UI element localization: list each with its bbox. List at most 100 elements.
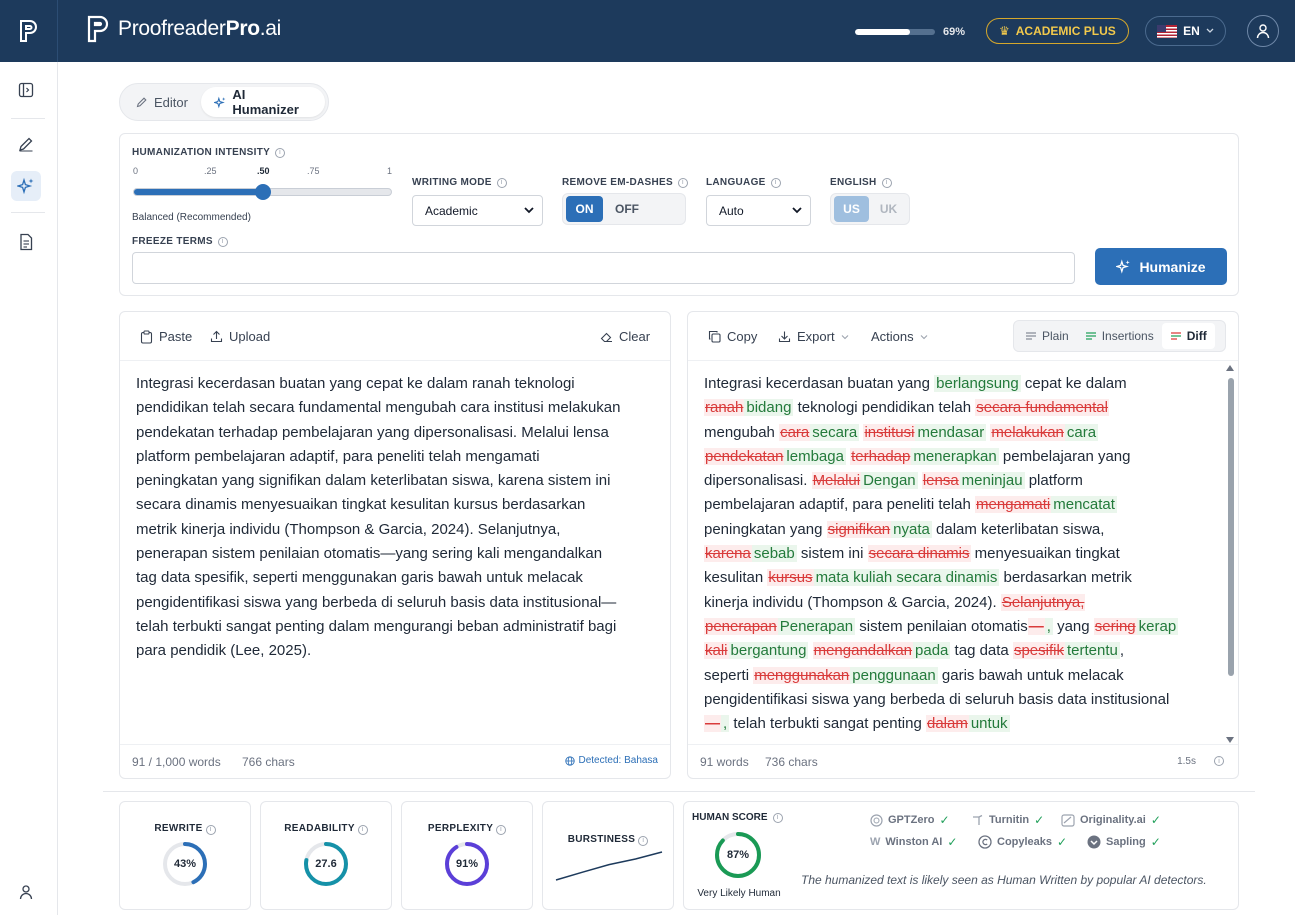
tick-label: .75	[307, 166, 320, 176]
info-icon[interactable]: i	[205, 824, 216, 835]
info-icon[interactable]: i	[496, 824, 507, 835]
upload-button[interactable]: Upload	[210, 329, 270, 344]
deleted-text: ranah	[704, 399, 745, 417]
human-score-caption: Very Likely Human	[697, 888, 781, 899]
processing-time: 1.5s	[1177, 756, 1196, 767]
deleted-text: mengamati	[975, 496, 1052, 514]
unchanged-text: sistem penilaian otomatis	[855, 617, 1028, 635]
usage-percent: 69%	[943, 26, 966, 38]
perplexity-value: 91%	[455, 858, 479, 870]
em-dash-off-button[interactable]: OFF	[605, 196, 649, 222]
sidebar-item-documents[interactable]	[11, 227, 41, 257]
info-icon[interactable]: i	[638, 835, 649, 846]
copy-button[interactable]: Copy	[708, 329, 757, 344]
deleted-text: melakukan	[990, 423, 1065, 441]
output-panel: Copy Export Actions Plain Insertions Dif…	[687, 311, 1239, 779]
output-text-area[interactable]: Integrasi kecerdasan buatan yang berlang…	[704, 372, 1179, 744]
output-scrollbar[interactable]	[1225, 364, 1235, 744]
deleted-text: dalam	[925, 715, 969, 733]
em-dash-label: REMOVE EM-DASHES i	[562, 177, 688, 188]
view-mode-toggle: Plain Insertions Diff	[1013, 320, 1226, 352]
info-icon[interactable]: i	[1214, 756, 1224, 766]
info-icon[interactable]: i	[357, 824, 368, 835]
view-insertions-button[interactable]: Insertions	[1077, 323, 1162, 349]
deleted-text: kursus	[767, 569, 814, 587]
view-diff-button[interactable]: Diff	[1161, 323, 1215, 349]
sidebar-toggle-button[interactable]	[11, 75, 41, 105]
inserted-text: bidang	[744, 399, 794, 417]
app-logo[interactable]	[0, 0, 58, 62]
copyleaks-icon	[978, 835, 992, 849]
info-icon[interactable]: i	[275, 147, 286, 158]
scrollbar-thumb[interactable]	[1228, 378, 1234, 676]
humanize-button[interactable]: Humanize	[1095, 248, 1227, 285]
em-dash-on-button[interactable]: ON	[566, 196, 603, 222]
deleted-text: menggunakan	[753, 666, 851, 684]
diff-line: mengubah cara secara institusi mendasar me…	[704, 421, 1178, 445]
sidebar-item-editor[interactable]	[11, 129, 41, 159]
plan-badge[interactable]: ♛ ACADEMIC PLUS	[986, 18, 1129, 44]
diff-line: Integrasi kecerdasan buatan yang berlang…	[704, 372, 1178, 396]
mode-tabs: Editor AI Humanizer	[119, 83, 329, 121]
language-selector[interactable]: EN	[1145, 16, 1226, 46]
diff-line: kali bergantung mengandalkan pada tag data…	[704, 639, 1178, 663]
language-select[interactable]: Auto	[706, 195, 811, 226]
deleted-text: Selanjutnya,	[1000, 593, 1086, 611]
unchanged-text: menyesuaikan tingkat	[970, 545, 1120, 563]
export-button[interactable]: Export	[778, 329, 849, 344]
freeze-terms-input[interactable]	[132, 252, 1075, 284]
unchanged-text: dalam keterlibatan siswa,	[931, 520, 1105, 538]
unchanged-text: teknologi pendidikan telah	[793, 399, 976, 417]
intensity-slider-thumb[interactable]	[254, 184, 271, 200]
clear-button[interactable]: Clear	[600, 329, 650, 344]
writing-mode-select[interactable]: Academic	[412, 195, 543, 226]
inserted-text: lembaga	[784, 447, 846, 465]
inserted-text: Penerapan	[777, 617, 856, 635]
diff-line: peningkatan yang signifikan nyata dalam k…	[704, 518, 1178, 542]
tab-ai-humanizer[interactable]: AI Humanizer	[200, 87, 325, 117]
inserted-text: mata kuliah secara dinamis	[813, 569, 1000, 587]
em-dash-toggle: ON OFF	[562, 193, 686, 225]
rewrite-label: REWRITE i	[120, 823, 250, 835]
unchanged-text: pembelajaran yang	[998, 447, 1131, 465]
inserted-text: mendasar	[915, 423, 987, 441]
input-text-line: telah terbukti sangat penting dalam meng…	[136, 617, 617, 635]
brand[interactable]: ProofreaderPro.ai	[86, 14, 281, 44]
sidebar-item-ai-humanizer[interactable]	[11, 171, 41, 201]
view-plain-button[interactable]: Plain	[1017, 323, 1077, 349]
usage-meter: 69%	[855, 26, 965, 38]
info-icon[interactable]: i	[772, 812, 783, 823]
unchanged-text: garis bawah untuk melacak	[937, 666, 1124, 684]
deleted-text: terhadap	[850, 447, 912, 465]
info-icon[interactable]: i	[496, 177, 507, 188]
logo-icon	[19, 20, 37, 42]
unchanged-text: ,	[1119, 642, 1125, 660]
tab-editor[interactable]: Editor	[123, 87, 201, 117]
upload-icon	[210, 330, 223, 343]
freeze-terms-label: FREEZE TERMS i	[132, 236, 228, 247]
info-icon[interactable]: i	[881, 177, 892, 188]
actions-menu-button[interactable]: Actions	[871, 329, 928, 344]
scroll-up-icon[interactable]	[1225, 364, 1235, 372]
paste-button[interactable]: Paste	[140, 329, 192, 344]
readability-metric: READABILITY i 27.6	[260, 801, 392, 910]
english-uk-button[interactable]: UK	[871, 196, 906, 222]
detector-gptzero: GPTZero ✓	[870, 813, 950, 827]
brand-name: ProofreaderPro.ai	[118, 17, 281, 40]
diff-line: pendekatan lembaga terhadap menerapkan pem…	[704, 445, 1178, 469]
english-us-button[interactable]: US	[834, 196, 869, 222]
info-icon[interactable]: i	[677, 177, 688, 188]
diff-line: seperti menggunakan penggunaan garis bawa…	[704, 664, 1178, 688]
info-icon[interactable]: i	[217, 236, 228, 247]
input-text-area[interactable]: Integrasi kecerdasan buatan yang cepat k…	[136, 372, 620, 664]
language-label: EN	[1183, 24, 1200, 38]
detector-turnitin: Turnitin ✓	[971, 813, 1044, 827]
deleted-text: pendekatan	[704, 447, 785, 465]
sidebar-item-account[interactable]	[11, 877, 41, 907]
user-menu-button[interactable]	[1247, 15, 1279, 47]
gptzero-icon	[870, 813, 883, 827]
sapling-icon	[1087, 835, 1101, 849]
scroll-down-icon[interactable]	[1225, 736, 1235, 744]
info-icon[interactable]: i	[770, 177, 781, 188]
rewrite-metric: REWRITE i 43%	[119, 801, 251, 910]
